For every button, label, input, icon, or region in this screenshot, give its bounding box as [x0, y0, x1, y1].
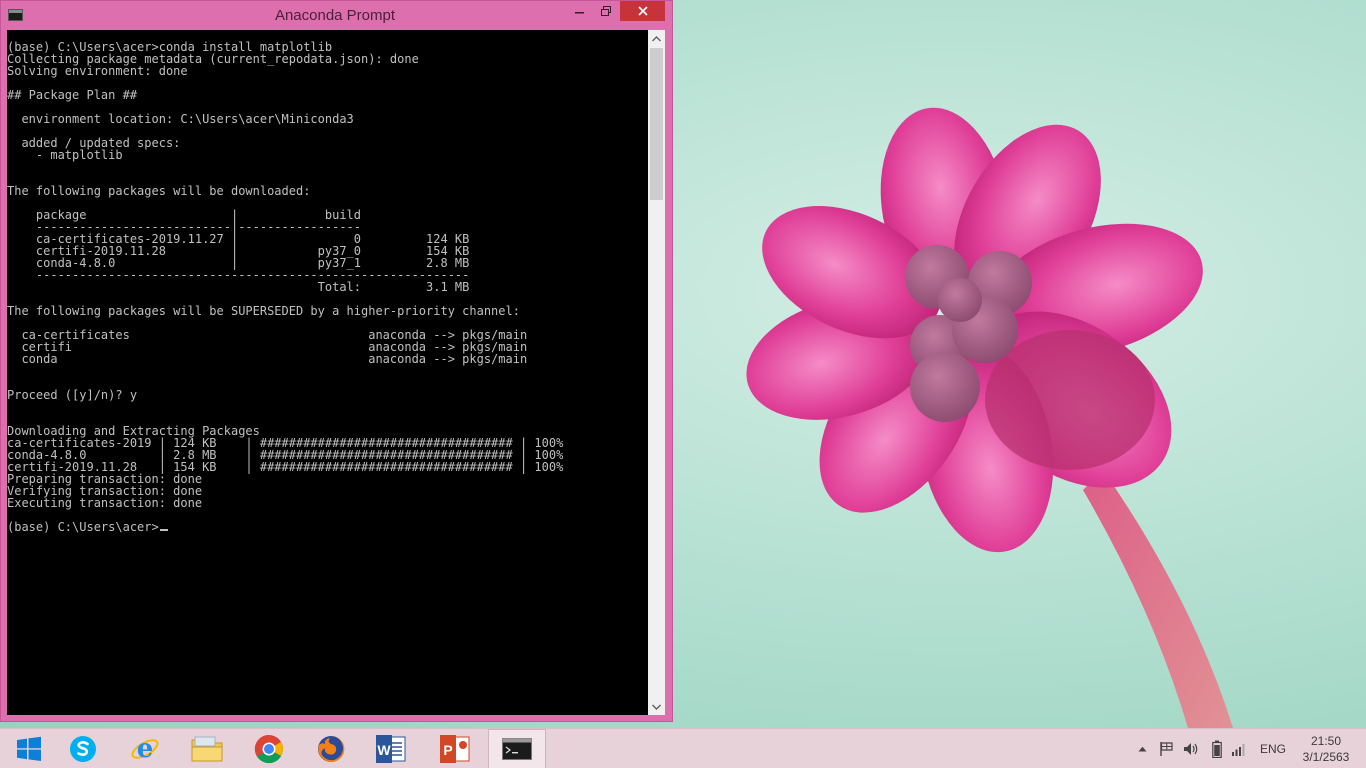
word-icon: W	[376, 735, 406, 763]
console-output[interactable]: (base) C:\Users\acer>conda install matpl…	[7, 30, 648, 715]
windows-logo-icon	[17, 736, 41, 761]
action-center-flag[interactable]	[1156, 729, 1178, 768]
taskbar-word[interactable]: W	[362, 729, 420, 768]
console-prompt: (base) C:\Users\acer>	[7, 520, 159, 534]
console-text: (base) C:\Users\acer>conda install matpl…	[7, 30, 648, 533]
console-line: Executing transaction: done	[7, 496, 203, 510]
text-cursor	[159, 529, 168, 531]
anaconda-prompt-window[interactable]: Anaconda Prompt (base) C:\Users\acer>con…	[0, 0, 673, 722]
console-line: The following packages will be downloade…	[7, 184, 311, 198]
scroll-up-button[interactable]	[648, 30, 665, 47]
close-icon	[637, 6, 648, 16]
show-hidden-icons-button[interactable]	[1134, 729, 1150, 768]
minimize-button[interactable]	[567, 1, 593, 21]
firefox-icon	[318, 735, 345, 762]
console-line: Total: 3.1 MB	[7, 280, 470, 294]
pink-flower-wallpaper	[746, 107, 1233, 728]
maximize-button[interactable]	[593, 1, 619, 21]
restore-icon	[601, 6, 611, 16]
chevron-up-icon	[1138, 746, 1146, 752]
battery-button[interactable]	[1206, 729, 1228, 768]
powerpoint-icon: P	[440, 735, 470, 763]
clock-date: 3/1/2563	[1302, 750, 1350, 764]
taskbar-chrome[interactable]	[240, 729, 298, 768]
close-button[interactable]	[620, 1, 665, 21]
input-language[interactable]: ENG	[1256, 729, 1290, 768]
console-line: ## Package Plan ##	[7, 88, 138, 102]
svg-text:P: P	[443, 742, 452, 758]
taskbar-firefox[interactable]	[302, 729, 360, 768]
taskbar-file-explorer[interactable]	[178, 729, 236, 768]
scrollbar-thumb[interactable]	[650, 48, 663, 200]
volume-button[interactable]	[1180, 729, 1202, 768]
chevron-down-icon	[652, 704, 661, 710]
console-line: Proceed ([y]/n)? y	[7, 388, 138, 402]
taskbar-internet-explorer[interactable]: e	[116, 729, 174, 768]
battery-icon	[1212, 740, 1222, 758]
terminal-icon	[502, 738, 532, 760]
taskbar: e W P ENG 21:50 3/1/2563	[0, 728, 1366, 768]
taskbar-skype[interactable]	[54, 729, 112, 768]
clock-time: 21:50	[1310, 734, 1342, 748]
scroll-down-button[interactable]	[648, 698, 665, 715]
console-line: - matplotlib	[7, 148, 123, 162]
svg-text:e: e	[137, 734, 154, 764]
internet-explorer-icon: e	[131, 734, 159, 764]
folder-icon	[191, 736, 223, 762]
title-bar[interactable]: Anaconda Prompt	[1, 1, 672, 30]
console-line: Solving environment: done	[7, 64, 188, 78]
vertical-scrollbar[interactable]	[648, 30, 665, 715]
console-line: The following packages will be SUPERSEDE…	[7, 304, 520, 318]
network-button[interactable]	[1228, 729, 1250, 768]
console-line: environment location: C:\Users\acer\Mini…	[7, 112, 354, 126]
flag-icon	[1160, 742, 1173, 756]
start-button[interactable]	[0, 729, 58, 768]
signal-bars-icon	[1232, 744, 1245, 756]
console-line: conda anaconda --> pkgs/main	[7, 352, 528, 366]
taskbar-anaconda-prompt[interactable]	[488, 729, 546, 768]
minimize-icon	[575, 12, 584, 14]
speaker-icon	[1184, 743, 1198, 755]
svg-text:W: W	[377, 742, 391, 758]
chrome-icon	[254, 734, 283, 764]
skype-icon	[70, 736, 96, 762]
chevron-up-icon	[652, 35, 661, 41]
taskbar-powerpoint[interactable]: P	[426, 729, 484, 768]
clock[interactable]: 21:50 3/1/2563	[1296, 729, 1356, 768]
